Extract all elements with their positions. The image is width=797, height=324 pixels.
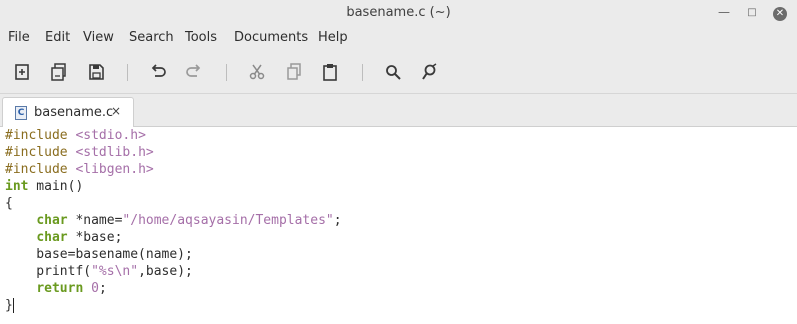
redo-icon[interactable] <box>183 61 205 83</box>
toolbar-separator <box>127 64 128 81</box>
code-line: base=basename(name); <box>5 246 193 263</box>
close-icon[interactable]: ✕ <box>773 7 787 21</box>
code-token: base=basename(name); <box>5 247 193 262</box>
code-token: 0 <box>91 281 99 296</box>
undo-icon[interactable] <box>147 61 169 83</box>
cut-icon[interactable] <box>246 61 268 83</box>
code-token: ; <box>98 281 107 296</box>
code-line: int main() <box>5 178 83 195</box>
tab-basename-c[interactable]: C basename.c × <box>2 97 134 127</box>
code-token: "/home/aqsayasin/Templates" <box>122 213 334 228</box>
search-icon[interactable] <box>382 61 404 83</box>
code-token: return <box>36 281 84 296</box>
paste-icon[interactable] <box>319 61 341 83</box>
code-token: ; <box>333 213 342 228</box>
close-window-button[interactable]: ✕ <box>770 0 790 25</box>
text-cursor <box>12 298 14 313</box>
code-token: } <box>5 298 13 313</box>
code-line: return 0; <box>5 280 107 297</box>
maximize-icon[interactable]: □ <box>742 0 762 25</box>
code-line: printf("%s\n",base); <box>5 263 193 280</box>
menu-documents[interactable]: Documents <box>234 25 308 51</box>
code-line: #include <stdio.h> <box>5 127 146 144</box>
c-file-icon: C <box>15 106 27 120</box>
code-line: char *name="/home/aqsayasin/Templates"; <box>5 212 342 229</box>
menu-search[interactable]: Search <box>129 25 174 51</box>
save-icon[interactable] <box>85 61 107 83</box>
code-token: char <box>36 230 68 245</box>
code-token: #include <box>5 162 76 177</box>
code-token: <libgen.h> <box>75 162 154 177</box>
code-token: #include <box>5 145 76 160</box>
code-token: *base; <box>67 230 123 245</box>
open-icon[interactable] <box>48 61 70 83</box>
menu-view[interactable]: View <box>83 25 114 51</box>
code-token: { <box>5 196 13 211</box>
menu-bar: File Edit View Search Tools Documents He… <box>0 25 797 51</box>
tab-label: basename.c <box>34 105 114 120</box>
toolbar-separator <box>226 64 227 81</box>
tab-bar: C basename.c × <box>0 94 797 127</box>
replace-icon[interactable] <box>419 61 441 83</box>
window-title: basename.c (~) <box>346 5 451 20</box>
toolbar <box>0 51 797 94</box>
menu-file[interactable]: File <box>8 25 30 51</box>
code-line: #include <libgen.h> <box>5 161 154 178</box>
code-token: <stdlib.h> <box>75 145 154 160</box>
code-token: ,base); <box>138 264 193 279</box>
code-token: <stdio.h> <box>75 128 146 143</box>
menu-tools[interactable]: Tools <box>185 25 217 51</box>
menu-help[interactable]: Help <box>318 25 348 51</box>
minimize-icon[interactable]: — <box>714 0 734 25</box>
copy-icon[interactable] <box>283 61 305 83</box>
code-token: printf( <box>5 264 92 279</box>
code-token: int <box>5 179 29 194</box>
toolbar-separator <box>362 64 363 81</box>
code-token: char <box>36 213 68 228</box>
code-line: { <box>5 195 13 212</box>
code-line: } <box>5 297 14 314</box>
code-token: main() <box>28 179 84 194</box>
menu-edit[interactable]: Edit <box>45 25 70 51</box>
code-line: #include <stdlib.h> <box>5 144 154 161</box>
tab-close-icon[interactable]: × <box>111 104 121 118</box>
code-token: #include <box>5 128 76 143</box>
code-editor[interactable]: #include <stdio.h> #include <stdlib.h> #in… <box>0 127 797 324</box>
code-token: "%s\n" <box>91 264 139 279</box>
code-line: char *base; <box>5 229 122 246</box>
title-bar: basename.c (~) — □ ✕ <box>0 0 797 25</box>
code-token: *name= <box>67 213 123 228</box>
new-document-icon[interactable] <box>11 61 33 83</box>
